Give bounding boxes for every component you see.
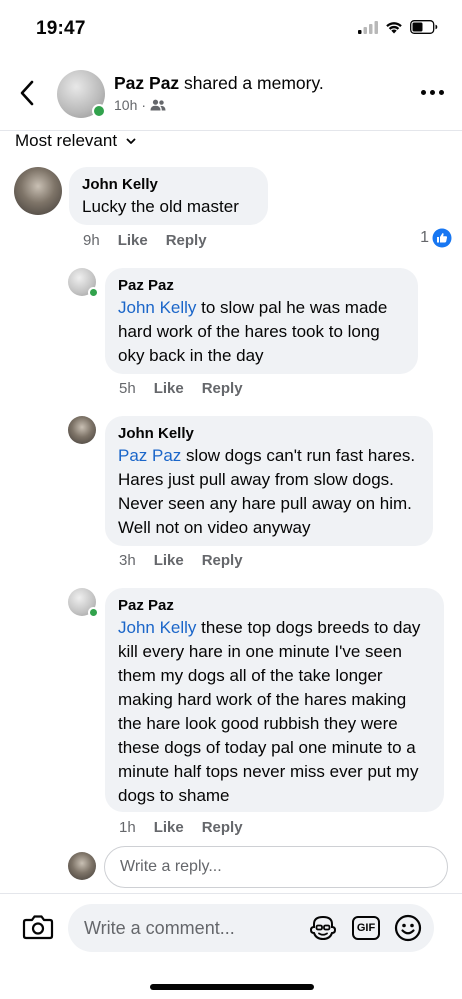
online-status-dot	[92, 104, 106, 118]
home-indicator	[150, 984, 314, 990]
post-time[interactable]: 10h	[114, 97, 137, 113]
comment-actions: 3h Like Reply	[119, 552, 243, 569]
cellular-signal-icon	[358, 20, 378, 34]
comment-text: Paz Paz slow dogs can't run fast hares. …	[118, 444, 420, 540]
commenter-name[interactable]: Paz Paz	[118, 276, 405, 296]
chevron-down-icon	[126, 138, 136, 144]
like-reaction-icon	[432, 228, 452, 248]
reply-button[interactable]: Reply	[202, 552, 243, 569]
comment-text: Lucky the old master	[82, 197, 239, 216]
comment-text: John Kelly these top dogs breeds to day …	[118, 616, 431, 808]
back-arrow-icon[interactable]	[16, 78, 40, 108]
composer-icons: GIF	[308, 914, 422, 942]
online-status-dot	[88, 607, 99, 618]
comment-bubble: Paz Paz John Kelly to slow pal he was ma…	[105, 268, 418, 374]
commenter-name[interactable]: John Kelly	[82, 175, 255, 195]
commenter-name[interactable]: John Kelly	[118, 424, 420, 444]
avatar-sticker-icon[interactable]	[308, 914, 338, 942]
reply-button[interactable]: Reply	[166, 232, 207, 249]
emoji-icon[interactable]	[394, 914, 422, 942]
comment-time[interactable]: 9h	[83, 232, 100, 249]
commenter-avatar[interactable]	[68, 588, 99, 618]
reaction-count: 1	[420, 229, 429, 246]
comment-body: these top dogs breeds to day kill every …	[118, 618, 421, 805]
commenter-name[interactable]: Paz Paz	[118, 596, 431, 616]
reply-button[interactable]: Reply	[202, 819, 243, 836]
reply-input[interactable]: Write a reply...	[104, 846, 448, 888]
comment-bubble: Paz Paz John Kelly these top dogs breeds…	[105, 588, 444, 812]
more-options-icon[interactable]	[421, 90, 444, 95]
mention-link[interactable]: Paz Paz	[118, 446, 181, 465]
like-button[interactable]: Like	[154, 819, 184, 836]
comment-time[interactable]: 5h	[119, 380, 136, 397]
comment-placeholder: Write a comment...	[84, 917, 235, 938]
comment-input[interactable]: Write a comment... GIF	[68, 904, 434, 952]
online-status-dot	[88, 287, 99, 298]
current-user-avatar	[68, 852, 96, 880]
status-icons	[358, 20, 438, 34]
status-time: 19:47	[36, 18, 86, 39]
comment-time[interactable]: 1h	[119, 819, 136, 836]
friends-audience-icon	[150, 99, 166, 111]
mention-link[interactable]: John Kelly	[118, 618, 196, 637]
post-header-title: Paz Paz shared a memory.	[114, 73, 324, 94]
comment-bubble: John Kelly Paz Paz slow dogs can't run f…	[105, 416, 433, 546]
reaction-summary[interactable]: 1	[420, 228, 452, 248]
battery-icon	[410, 20, 438, 34]
meta-separator: ·	[141, 97, 147, 113]
sort-label: Most relevant	[15, 131, 118, 150]
comment-time[interactable]: 3h	[119, 552, 136, 569]
camera-icon[interactable]	[22, 912, 54, 942]
comment-actions: 5h Like Reply	[119, 380, 243, 397]
author-avatar[interactable]	[57, 70, 106, 118]
commenter-avatar[interactable]	[14, 167, 62, 215]
gif-button[interactable]: GIF	[352, 916, 380, 940]
comment-bubble: John Kelly Lucky the old master	[69, 167, 268, 225]
post-meta: 10h ·	[114, 97, 166, 113]
like-button[interactable]: Like	[118, 232, 148, 249]
wifi-icon	[386, 22, 402, 34]
commenter-avatar[interactable]	[68, 416, 96, 444]
reply-placeholder: Write a reply...	[120, 858, 222, 875]
composer-divider	[0, 893, 462, 894]
post-action-text: shared a memory.	[179, 73, 324, 93]
commenter-avatar[interactable]	[68, 268, 99, 298]
comment-actions: 9h Like Reply	[83, 232, 207, 249]
reply-button[interactable]: Reply	[202, 380, 243, 397]
like-button[interactable]: Like	[154, 552, 184, 569]
comment-text: John Kelly to slow pal he was made hard …	[118, 296, 405, 368]
mention-link[interactable]: John Kelly	[118, 298, 196, 317]
comment-actions: 1h Like Reply	[119, 819, 243, 836]
sort-dropdown[interactable]: Most relevant	[15, 131, 136, 151]
gif-label: GIF	[356, 922, 376, 934]
author-name[interactable]: Paz Paz	[114, 73, 179, 93]
like-button[interactable]: Like	[154, 380, 184, 397]
